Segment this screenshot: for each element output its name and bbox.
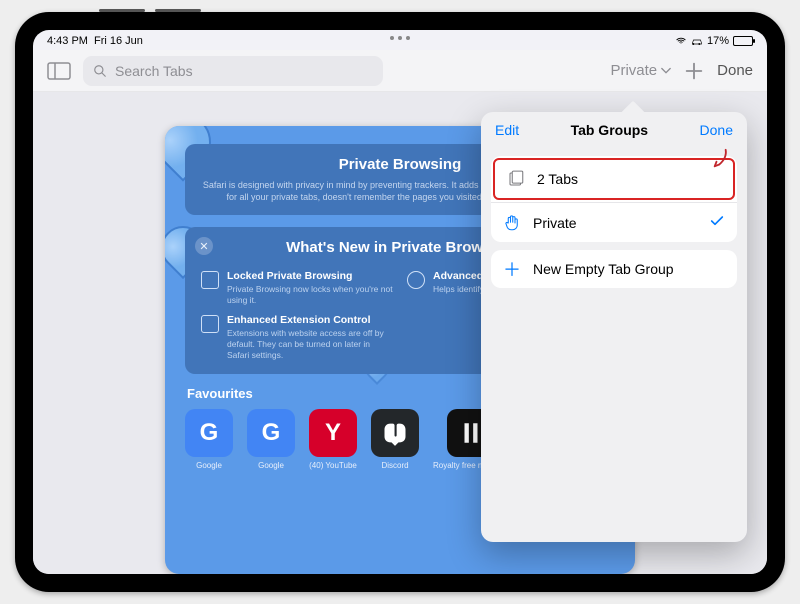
favourite-tile: G (247, 409, 295, 457)
feature-extension: Enhanced Extension Control Extensions wi… (201, 314, 393, 361)
feat3-title: Enhanced Extension Control (227, 314, 393, 326)
favourite-label: (40) YouTube (309, 461, 357, 470)
feat1-body: Private Browsing now locks when you're n… (227, 284, 393, 306)
extension-icon (201, 315, 219, 333)
new-tabgroup-label: New Empty Tab Group (533, 261, 674, 277)
favourite-tile: Y (309, 409, 357, 457)
tab-groups-popover: Edit Tab Groups Done 2 Tabs P (481, 112, 747, 542)
favourite-item[interactable]: Discord (371, 409, 419, 470)
favourite-item[interactable]: G Google (185, 409, 233, 470)
fingerprint-icon (407, 271, 425, 289)
popover-title: Tab Groups (571, 122, 649, 138)
new-tabgroup-section: ＋ New Empty Tab Group (491, 250, 737, 288)
wifi-icon (675, 36, 687, 46)
done-button-top[interactable]: Done (717, 62, 753, 79)
favourite-item[interactable]: Y (40) YouTube (309, 409, 357, 470)
favourite-item[interactable]: G Google (247, 409, 295, 470)
favourite-label: Google (258, 461, 284, 470)
search-placeholder: Search Tabs (115, 63, 193, 79)
status-bar: 4:43 PM Fri 16 Jun 17% (33, 30, 767, 50)
battery-pct: 17% (707, 35, 729, 47)
status-date: Fri 16 Jun (94, 35, 143, 47)
favourite-tile: G (185, 409, 233, 457)
favourite-tile (371, 409, 419, 457)
tabgroup-private-label: Private (533, 215, 577, 231)
status-time: 4:43 PM (47, 35, 88, 47)
done-button[interactable]: Done (700, 122, 733, 138)
feat1-title: Locked Private Browsing (227, 270, 393, 282)
checkmark-icon (709, 213, 725, 232)
new-tab-button[interactable] (683, 60, 705, 82)
tabgroup-2tabs[interactable]: 2 Tabs (493, 158, 735, 200)
sidebar-toggle-icon[interactable] (47, 61, 71, 81)
favourite-label: Google (196, 461, 222, 470)
tabgroup-private[interactable]: Private (491, 202, 737, 242)
tab-group-list: 2 Tabs Private (491, 156, 737, 242)
screen: 4:43 PM Fri 16 Jun 17% Search Tabs Pr (33, 30, 767, 574)
multitask-dots[interactable] (390, 36, 410, 40)
hand-icon (503, 214, 521, 232)
plus-icon: ＋ (503, 260, 521, 278)
battery-icon (733, 36, 753, 46)
lock-icon (201, 271, 219, 289)
tabgroup-2tabs-label: 2 Tabs (537, 171, 578, 187)
search-icon (93, 64, 107, 78)
search-input[interactable]: Search Tabs (83, 56, 383, 86)
tabgroup-label: Private (610, 62, 657, 79)
feature-lock: Locked Private Browsing Private Browsing… (201, 270, 393, 306)
tabgroup-dropdown[interactable]: Private (610, 62, 671, 79)
carplay-icon (691, 36, 703, 46)
feat3-body: Extensions with website access are off b… (227, 328, 393, 361)
favourite-label: Discord (381, 461, 408, 470)
chevron-down-icon (661, 66, 671, 76)
new-tabgroup-button[interactable]: ＋ New Empty Tab Group (491, 250, 737, 288)
toolbar: Search Tabs Private Done (33, 50, 767, 92)
edit-button[interactable]: Edit (495, 122, 519, 138)
ipad-frame: 4:43 PM Fri 16 Jun 17% Search Tabs Pr (15, 12, 785, 592)
tabs-icon (507, 170, 525, 188)
